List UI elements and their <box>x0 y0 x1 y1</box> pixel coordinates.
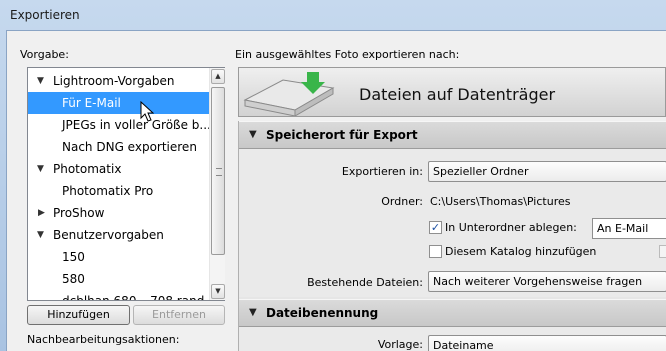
existing-files-dropdown[interactable]: Nach weiterer Vorgehensweise fragen <box>428 271 666 292</box>
preset-scrollbar[interactable]: ▲ ▼ <box>209 68 225 300</box>
hard-drive-icon <box>243 72 335 116</box>
remove-preset-button[interactable]: Entfernen <box>133 305 225 325</box>
template-label: Vorlage: <box>377 338 423 351</box>
add-to-catalog-label: Diesem Katalog hinzufügen <box>445 245 597 258</box>
section-title-naming: Dateibenennung <box>266 306 379 320</box>
preset-label: Vorgabe: <box>20 48 69 61</box>
tree-node-proshow[interactable]: ▶ ProShow <box>28 202 208 224</box>
section-body-naming: Vorlage: Dateiname <box>239 327 666 351</box>
tree-item-dng[interactable]: Nach DNG exportieren <box>28 136 208 158</box>
tree-item-email[interactable]: Für E-Mail <box>28 92 209 114</box>
export-target-label: Ein ausgewähltes Foto exportieren nach: <box>235 48 460 61</box>
export-target-title: Dateien auf Datenträger <box>359 85 556 104</box>
add-to-catalog-checkbox[interactable] <box>429 245 442 258</box>
scroll-thumb[interactable] <box>211 87 225 255</box>
add-preset-button[interactable]: Hinzufügen <box>27 305 130 325</box>
tree-item-dcblhan[interactable]: dcblhan 680 _ 708 rand <box>28 290 208 300</box>
grip-icon <box>216 168 222 176</box>
subfolder-checkbox[interactable]: ✓ <box>429 221 442 234</box>
folder-path: C:\Users\Thomas\Pictures <box>430 195 571 208</box>
tree-item-full-jpeg[interactable]: JPEGs in voller Größe b... <box>28 114 211 136</box>
tree-item-photomatix-pro[interactable]: Photomatix Pro <box>28 180 208 202</box>
scroll-up-arrow-icon[interactable]: ▲ <box>211 69 225 84</box>
section-body-location: Exportieren in: Spezieller Ordner Ordner… <box>239 149 666 297</box>
subfolder-label: In Unterordner ablegen: <box>445 221 577 234</box>
expanded-triangle-icon[interactable]: ▼ <box>37 158 47 180</box>
tree-item-150[interactable]: 150 <box>28 246 208 268</box>
tree-node-user-presets[interactable]: ▼ Benutzervorgaben <box>28 224 208 246</box>
folder-label: Ordner: <box>381 195 423 208</box>
tree-node-photomatix[interactable]: ▼ Photomatix <box>28 158 208 180</box>
export-target-selector[interactable]: Dateien auf Datenträger <box>238 67 666 117</box>
export-in-dropdown[interactable]: Spezieller Ordner <box>428 161 666 182</box>
mouse-pointer-icon <box>140 101 154 122</box>
scroll-down-arrow-icon[interactable]: ▼ <box>211 284 225 299</box>
export-settings-panel: ▼ Speicherort für Export Exportieren in:… <box>238 121 666 351</box>
preset-tree[interactable]: ▼ Lightroom-Vorgaben Für E-Mail JPEGs in… <box>27 67 225 301</box>
postprocess-label: Nachbearbeitungsaktionen: <box>27 333 180 346</box>
expanded-triangle-icon[interactable]: ▼ <box>37 224 47 246</box>
window-title: Exportieren <box>10 8 80 22</box>
collapsed-triangle-icon[interactable]: ▶ <box>38 202 48 224</box>
stack-checkbox[interactable] <box>659 245 666 258</box>
tree-item-580[interactable]: 580 <box>28 268 208 290</box>
existing-files-label: Bestehende Dateien: <box>307 276 423 289</box>
section-title-location: Speicherort für Export <box>266 128 418 142</box>
title-bar[interactable]: Exportieren <box>0 0 666 30</box>
section-header-location[interactable]: ▼ Speicherort für Export <box>239 121 666 149</box>
template-dropdown[interactable]: Dateiname <box>428 335 666 351</box>
expanded-triangle-icon: ▼ <box>249 307 257 318</box>
tree-node-lightroom-presets[interactable]: ▼ Lightroom-Vorgaben <box>28 70 208 92</box>
export-in-label: Exportieren in: <box>341 165 423 178</box>
subfolder-name-input[interactable]: An E-Mail <box>592 218 666 239</box>
section-header-naming[interactable]: ▼ Dateibenennung <box>239 299 666 327</box>
expanded-triangle-icon: ▼ <box>249 129 257 140</box>
expanded-triangle-icon[interactable]: ▼ <box>37 70 47 92</box>
